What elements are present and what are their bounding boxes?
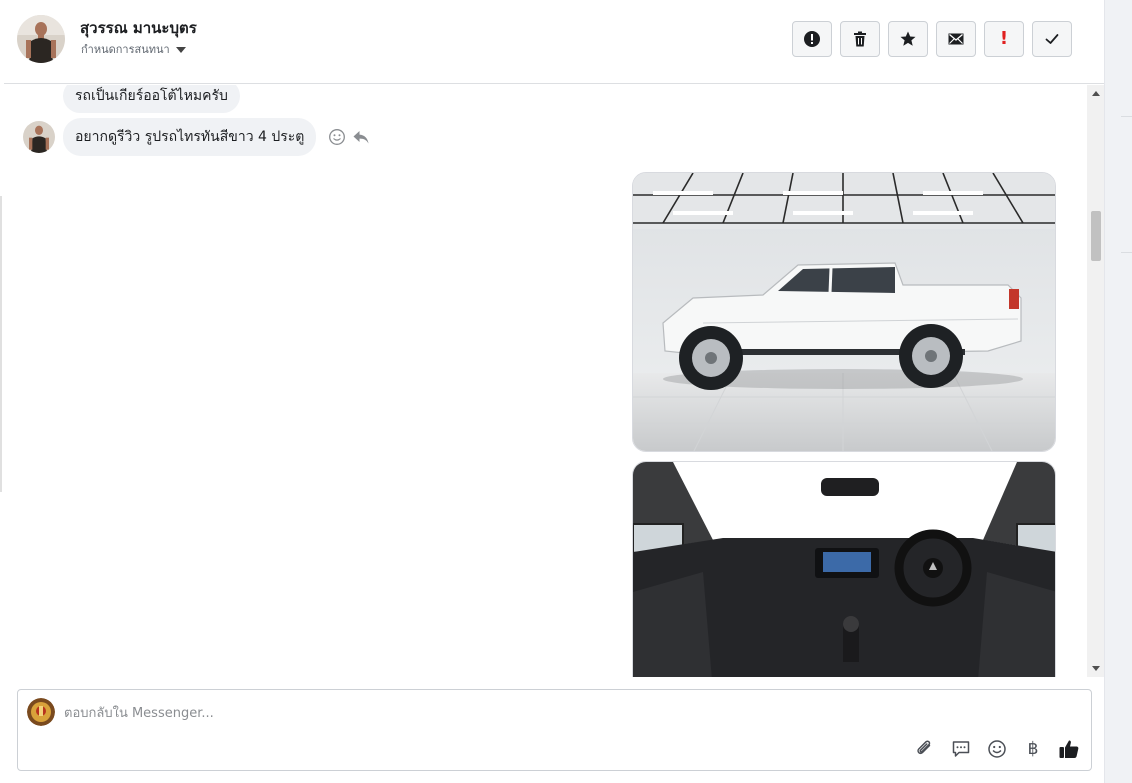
header-actions: ! [792, 21, 1072, 57]
emoji-icon [988, 740, 1006, 758]
report-spam-button[interactable] [792, 21, 832, 57]
message-thread[interactable]: รถเป็นเกียร์ออโต้ไหมครับ อยากดูรีวิว รูป… [4, 85, 1104, 677]
like-button[interactable] [1058, 738, 1080, 760]
exclamation-circle-icon [804, 31, 820, 47]
conversation-header: สุวรรณ มานะบุตร กำหนดการสนทนา ! [4, 0, 1104, 84]
messenger-app: สุวรรณ มานะบุตร กำหนดการสนทนา ! รถเป็นเก… [0, 0, 1132, 783]
message-text: อยากดูรีวิว รูปรถไทรทันสีขาว 4 ประตู [75, 129, 305, 145]
composer-tools: ฿ [914, 738, 1080, 760]
reply-input[interactable] [64, 702, 964, 724]
divider-line [1121, 252, 1132, 253]
divider-line [1121, 116, 1132, 117]
check-icon [1045, 34, 1059, 44]
message-tools [328, 128, 370, 146]
important-exclamation-icon: ! [999, 28, 1009, 49]
conversation-settings-label: กำหนดการสนทนา [81, 43, 170, 56]
message-row: อยากดูรีวิว รูปรถไทรทันสีขาว 4 ประตู [23, 118, 370, 156]
thumbs-up-icon [1059, 740, 1079, 758]
message-text: รถเป็นเกียร์ออโต้ไหมครับ [75, 88, 228, 104]
arrow-up-icon [1091, 91, 1100, 96]
payment-button[interactable]: ฿ [1022, 738, 1044, 760]
delete-button[interactable] [840, 21, 880, 57]
thread-scrollbar[interactable] [1087, 85, 1104, 677]
scroll-thumb[interactable] [1091, 211, 1101, 261]
conversation-panel: สุวรรณ มานะบุตร กำหนดการสนทนา ! รถเป็นเก… [4, 0, 1104, 783]
star-button[interactable] [888, 21, 928, 57]
message-bubble[interactable]: อยากดูรีวิว รูปรถไทรทันสีขาว 4 ประตู [63, 118, 317, 156]
emoji-button[interactable] [986, 738, 1008, 760]
star-icon [900, 31, 916, 46]
photo-truck-interior[interactable] [632, 461, 1056, 677]
envelope-icon [948, 33, 964, 45]
mark-unread-button[interactable] [936, 21, 976, 57]
message-bubble[interactable]: รถเป็นเกียร์ออโต้ไหมครับ [63, 85, 240, 113]
scroll-down-button[interactable] [1087, 660, 1104, 677]
caret-down-icon [175, 46, 186, 53]
paperclip-icon [917, 740, 931, 755]
left-edge-divider [0, 196, 2, 492]
scroll-up-button[interactable] [1087, 85, 1104, 102]
truck-interior-image [633, 462, 1055, 677]
saved-replies-button[interactable] [950, 738, 972, 760]
page-avatar [27, 698, 55, 726]
message-row: รถเป็นเกียร์ออโต้ไหมครับ [63, 85, 240, 113]
saved-replies-icon [952, 741, 970, 757]
mark-done-button[interactable] [1032, 21, 1072, 57]
reply-icon[interactable] [352, 128, 370, 146]
attach-button[interactable] [914, 738, 936, 760]
baht-currency-icon: ฿ [1027, 739, 1039, 759]
emoji-react-icon[interactable] [328, 128, 346, 146]
trash-icon [854, 31, 866, 47]
contact-avatar-small[interactable] [23, 121, 55, 153]
contact-avatar[interactable] [17, 15, 65, 63]
right-side-panel [1104, 0, 1132, 783]
contact-name[interactable]: สุวรรณ มานะบุตร [80, 16, 197, 40]
truck-exterior-image [633, 173, 1055, 451]
photo-truck-exterior[interactable] [632, 172, 1056, 452]
mark-important-button[interactable]: ! [984, 21, 1024, 57]
reply-composer: ฿ [17, 689, 1092, 771]
conversation-settings-dropdown[interactable]: กำหนดการสนทนา [81, 40, 186, 58]
arrow-down-icon [1091, 666, 1100, 671]
